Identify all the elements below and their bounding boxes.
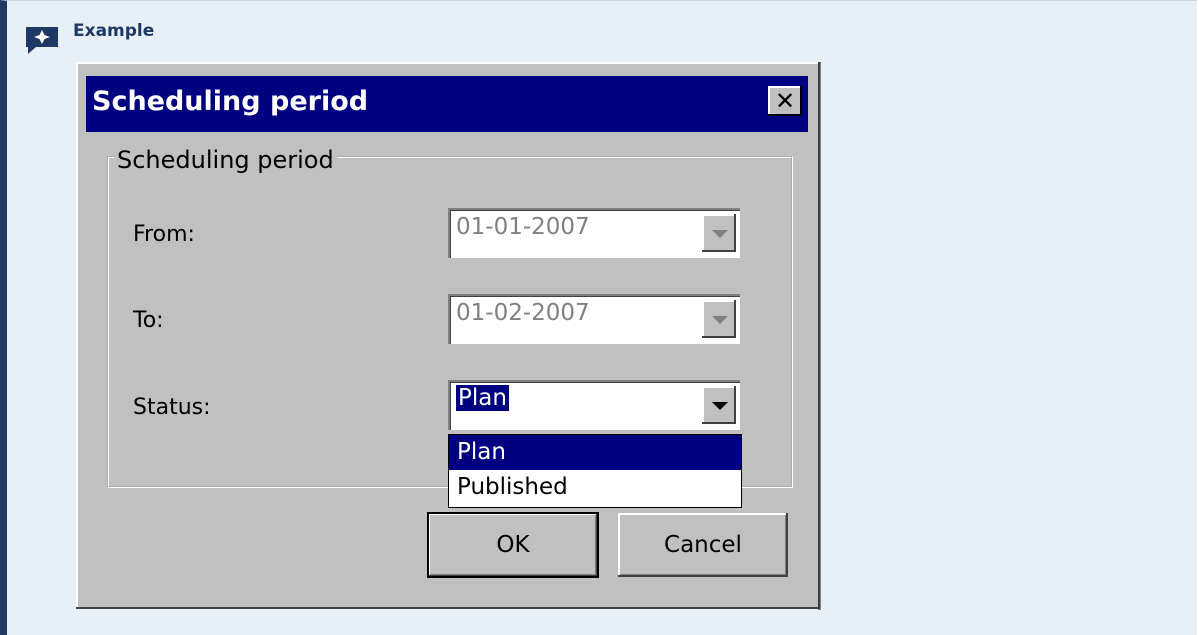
- to-date-value: 01-02-2007: [456, 300, 590, 326]
- status-option-plan[interactable]: Plan: [449, 435, 741, 470]
- status-combo[interactable]: Plan: [448, 380, 740, 430]
- ok-button[interactable]: OK: [427, 512, 599, 578]
- to-label: To:: [133, 308, 164, 333]
- status-value: Plan: [456, 385, 509, 411]
- status-dropdown-button[interactable]: [702, 386, 736, 424]
- callout-title: Example: [73, 21, 155, 41]
- from-date-combo[interactable]: 01-01-2007: [448, 208, 740, 258]
- status-label: Status:: [133, 395, 211, 420]
- sparkle-icon: [26, 27, 58, 54]
- dialog-titlebar[interactable]: Scheduling period ✕: [86, 76, 808, 132]
- group-label: Scheduling period: [114, 146, 337, 174]
- cancel-button[interactable]: Cancel: [618, 513, 788, 577]
- status-option-published[interactable]: Published: [449, 470, 741, 505]
- chevron-down-icon: [712, 230, 728, 238]
- close-button[interactable]: ✕: [768, 86, 802, 116]
- from-dropdown-button[interactable]: [702, 214, 736, 252]
- close-icon: ✕: [774, 87, 796, 115]
- chevron-down-icon: [712, 402, 728, 410]
- from-label: From:: [133, 222, 195, 247]
- dialog-title: Scheduling period: [92, 86, 369, 117]
- scheduling-period-dialog: Scheduling period ✕ Scheduling period Fr…: [76, 62, 820, 609]
- to-date-combo[interactable]: 01-02-2007: [448, 294, 740, 344]
- chevron-down-icon: [712, 316, 728, 324]
- to-dropdown-button[interactable]: [702, 300, 736, 338]
- from-date-value: 01-01-2007: [456, 214, 590, 240]
- status-dropdown-list: Plan Published: [448, 434, 742, 508]
